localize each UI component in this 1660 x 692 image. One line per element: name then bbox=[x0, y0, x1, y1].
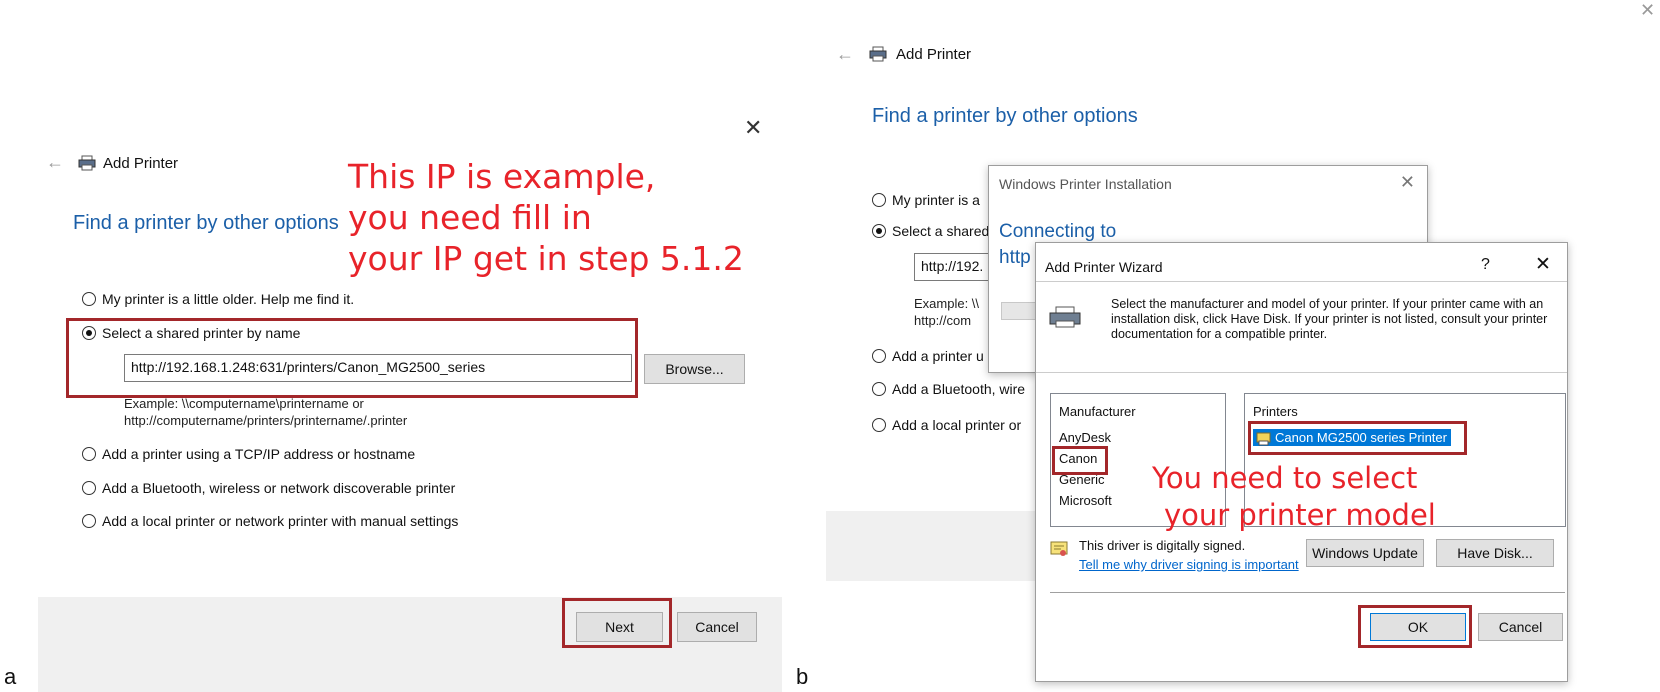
highlight-box-shared-printer bbox=[66, 318, 638, 398]
radio-button[interactable] bbox=[82, 514, 96, 528]
wizard-instructions: Select the manufacturer and model of you… bbox=[1111, 297, 1548, 341]
page-heading: Find a printer by other options bbox=[73, 212, 339, 234]
radio-button[interactable] bbox=[82, 447, 96, 461]
annotation-line: This IP is example, bbox=[348, 157, 656, 196]
radio-button[interactable] bbox=[82, 292, 96, 306]
dialog-title: Windows Printer Installation bbox=[999, 176, 1172, 192]
option-label: Select a shared bbox=[892, 223, 990, 239]
progress-bar bbox=[1001, 302, 1039, 320]
radio-button[interactable] bbox=[872, 382, 886, 396]
printer-wizard-icon bbox=[1049, 306, 1081, 328]
highlight-box-canon bbox=[1052, 446, 1108, 475]
example-text-line1: Example: \\ bbox=[914, 296, 980, 311]
back-arrow-icon[interactable]: ← bbox=[836, 44, 854, 65]
footer-bar bbox=[826, 511, 1040, 581]
annotation-line: You need to select bbox=[1152, 461, 1418, 495]
annotation-ip-example: This IP is example, you need fill in you… bbox=[348, 156, 744, 279]
printer-url-input[interactable]: http://192. bbox=[914, 253, 994, 281]
highlight-box-printer bbox=[1248, 421, 1467, 455]
option-bluetooth[interactable]: Add a Bluetooth, wireless or network dis… bbox=[82, 480, 455, 496]
back-arrow-icon[interactable]: ← bbox=[46, 152, 64, 173]
connecting-text: Connecting to bbox=[999, 221, 1117, 242]
driver-signing-link[interactable]: Tell me why driver signing is important bbox=[1079, 557, 1299, 572]
panel-label-b: b bbox=[796, 664, 809, 689]
option-label: My printer is a bbox=[892, 192, 980, 208]
option-older-printer[interactable]: My printer is a little older. Help me fi… bbox=[82, 291, 354, 307]
option-label: Add a Bluetooth, wireless or network dis… bbox=[102, 480, 456, 496]
radio-button[interactable] bbox=[872, 418, 886, 432]
radio-button[interactable] bbox=[872, 349, 886, 363]
printers-header: Printers bbox=[1253, 404, 1298, 419]
option-label: Add a local printer or network printer w… bbox=[102, 513, 459, 529]
option-shared-printer[interactable]: Select a shared bbox=[872, 223, 989, 239]
option-local-printer[interactable]: Add a local printer or network printer w… bbox=[82, 513, 458, 529]
panel-label-a: a bbox=[4, 664, 17, 689]
highlight-box-next bbox=[562, 598, 672, 648]
certificate-icon bbox=[1050, 541, 1068, 556]
window-title: Add Printer bbox=[896, 46, 972, 63]
cancel-button[interactable]: Cancel bbox=[677, 612, 757, 642]
option-label: My printer is a little older. Help me fi… bbox=[102, 291, 355, 307]
annotation-select-model: You need to select your printer model bbox=[1152, 460, 1436, 534]
close-icon[interactable]: ✕ bbox=[1400, 172, 1415, 193]
manufacturer-item[interactable]: Microsoft bbox=[1059, 493, 1112, 508]
signed-text: This driver is digitally signed. bbox=[1079, 538, 1246, 553]
option-bluetooth[interactable]: Add a Bluetooth, wire bbox=[872, 381, 1025, 397]
radio-button[interactable] bbox=[872, 193, 886, 207]
option-tcpip[interactable]: Add a printer u bbox=[872, 348, 984, 364]
page-heading: Find a printer by other options bbox=[872, 105, 1138, 127]
annotation-line: you need fill in bbox=[348, 198, 592, 237]
example-text-line2: http://computername/printers/printername… bbox=[124, 413, 408, 428]
example-text-line2: http://com bbox=[914, 313, 972, 328]
option-local-printer[interactable]: Add a local printer or bbox=[872, 417, 1021, 433]
manufacturer-item[interactable]: AnyDesk bbox=[1059, 430, 1111, 445]
radio-button[interactable] bbox=[82, 481, 96, 495]
highlight-box-ok bbox=[1358, 605, 1472, 648]
radio-button[interactable] bbox=[872, 224, 886, 238]
cancel-button[interactable]: Cancel bbox=[1478, 613, 1563, 641]
help-icon[interactable]: ? bbox=[1481, 256, 1490, 274]
option-label: Add a Bluetooth, wire bbox=[892, 381, 1026, 397]
option-older-printer[interactable]: My printer is a bbox=[872, 192, 980, 208]
printer-icon bbox=[869, 46, 887, 62]
separator bbox=[1050, 592, 1565, 594]
option-label: Add a printer u bbox=[892, 348, 984, 364]
option-label: Add a local printer or bbox=[892, 417, 1022, 433]
option-label: Add a printer using a TCP/IP address or … bbox=[102, 446, 416, 462]
close-icon[interactable]: ✕ bbox=[1535, 253, 1551, 275]
wizard-title: Add Printer Wizard bbox=[1045, 259, 1163, 275]
annotation-line: your printer model bbox=[1164, 498, 1436, 532]
printer-icon bbox=[78, 155, 96, 171]
option-tcpip[interactable]: Add a printer using a TCP/IP address or … bbox=[82, 446, 415, 462]
connecting-url: http bbox=[999, 247, 1031, 268]
have-disk-button[interactable]: Have Disk... bbox=[1436, 539, 1554, 567]
browse-button[interactable]: Browse... bbox=[644, 354, 745, 384]
close-icon[interactable]: ✕ bbox=[1640, 0, 1655, 21]
annotation-line: your IP get in step 5.1.2 bbox=[348, 239, 744, 278]
windows-update-button[interactable]: Windows Update bbox=[1306, 539, 1424, 567]
manufacturer-header: Manufacturer bbox=[1059, 404, 1136, 419]
close-icon[interactable]: ✕ bbox=[744, 116, 762, 141]
window-title: Add Printer bbox=[103, 155, 179, 172]
